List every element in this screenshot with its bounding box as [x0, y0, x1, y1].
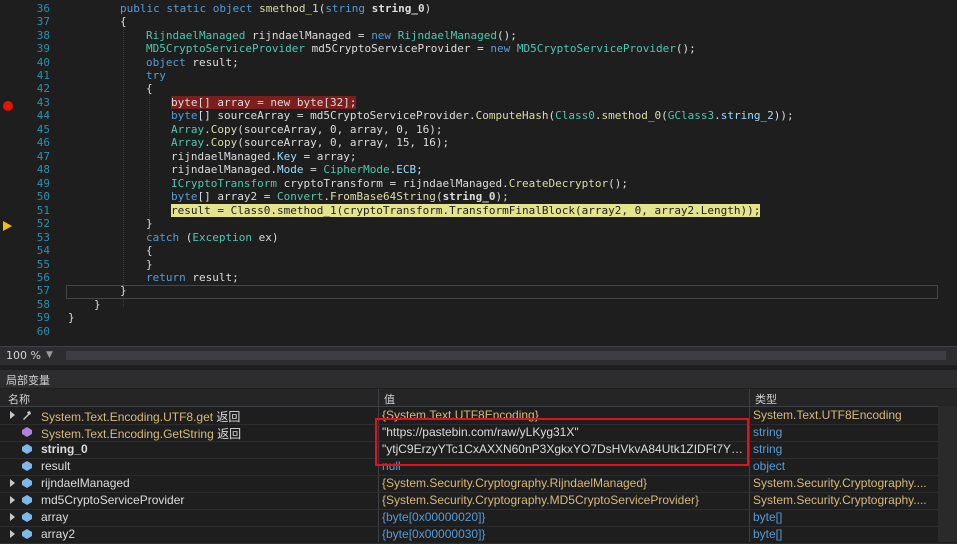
code-line: 36 public static object smethod_1(string …: [36, 2, 432, 15]
expand-icon[interactable]: [10, 513, 15, 521]
expand-icon[interactable]: [10, 496, 15, 504]
expand-icon[interactable]: [10, 411, 15, 419]
annotation-highlight-box: [375, 418, 749, 466]
variable-icon: [22, 512, 32, 522]
locals-row[interactable]: md5CryptoServiceProvider {System.Securit…: [0, 492, 957, 510]
zoom-level[interactable]: 100 %: [6, 349, 41, 362]
code-line-breakpoint: 43 byte[] array = new byte[32];: [36, 96, 357, 109]
column-header-value[interactable]: 值: [384, 391, 395, 407]
code-line: 58}: [36, 298, 101, 311]
editor-status-bar: 100 % ▼: [0, 346, 957, 365]
locals-row[interactable]: rijndaelManaged {System.Security.Cryptog…: [0, 475, 957, 493]
column-header-name[interactable]: 名称: [8, 391, 30, 407]
code-line: 52}: [36, 217, 153, 230]
code-line: 37{: [36, 15, 127, 28]
code-line: 42{: [36, 82, 153, 95]
variable-icon: [22, 529, 32, 539]
code-line: 39 MD5CryptoServiceProvider md5CryptoServ…: [36, 42, 696, 55]
variable-icon: [22, 478, 32, 488]
locals-header: 名称 值 类型: [0, 389, 957, 407]
code-line: 38 RijndaelManaged rijndaelManaged = new …: [36, 29, 517, 42]
variable-icon: [22, 461, 32, 471]
method-return-icon: [22, 427, 32, 437]
code-line: 46 Array.Copy(sourceArray, 0, array, 15, …: [36, 136, 450, 149]
code-editor[interactable]: 36 public static object smethod_1(string …: [0, 0, 957, 346]
expand-icon[interactable]: [10, 530, 15, 538]
horizontal-scrollbar[interactable]: [66, 351, 946, 360]
variable-icon: [22, 495, 32, 505]
code-line: 57}: [36, 284, 127, 297]
variable-icon: [22, 444, 32, 454]
locals-row[interactable]: array {byte[0x00000020]} byte[]: [0, 509, 957, 527]
locals-row[interactable]: array2 {byte[0x00000030]} byte[]: [0, 526, 957, 544]
return-value-icon: [23, 411, 31, 420]
code-line: 47 rijndaelManaged.Key = array;: [36, 150, 357, 163]
column-header-type[interactable]: 类型: [755, 391, 777, 407]
code-line: 50 byte[] array2 = Convert.FromBase64Stri…: [36, 190, 509, 203]
code-line: 59}: [36, 311, 75, 324]
locals-panel-title: 局部变量: [0, 370, 957, 388]
vertical-scrollbar[interactable]: [938, 406, 957, 542]
code-line: 44 byte[] sourceArray = md5CryptoServiceP…: [36, 109, 794, 122]
code-line: 48 rijndaelManaged.Mode = CipherMode.ECB;: [36, 163, 423, 176]
code-line: 45 Array.Copy(sourceArray, 0, array, 0, 1…: [36, 123, 443, 136]
code-line-current-statement: 51 result = Class0.smethod_1(cryptoTransf…: [36, 204, 761, 217]
zoom-dropdown-icon[interactable]: ▼: [46, 350, 53, 360]
code-line: 54{: [36, 244, 153, 257]
code-line: 56 return result;: [36, 271, 239, 284]
code-line: 55}: [36, 258, 153, 271]
code-line: 60: [36, 325, 50, 338]
expand-icon[interactable]: [10, 479, 15, 487]
code-line: 53 catch (Exception ex): [36, 231, 279, 244]
code-line: 40 object result;: [36, 56, 239, 69]
code-line: 49 ICryptoTransform cryptoTransform = rij…: [36, 177, 628, 190]
code-line: 41 try: [36, 69, 166, 82]
